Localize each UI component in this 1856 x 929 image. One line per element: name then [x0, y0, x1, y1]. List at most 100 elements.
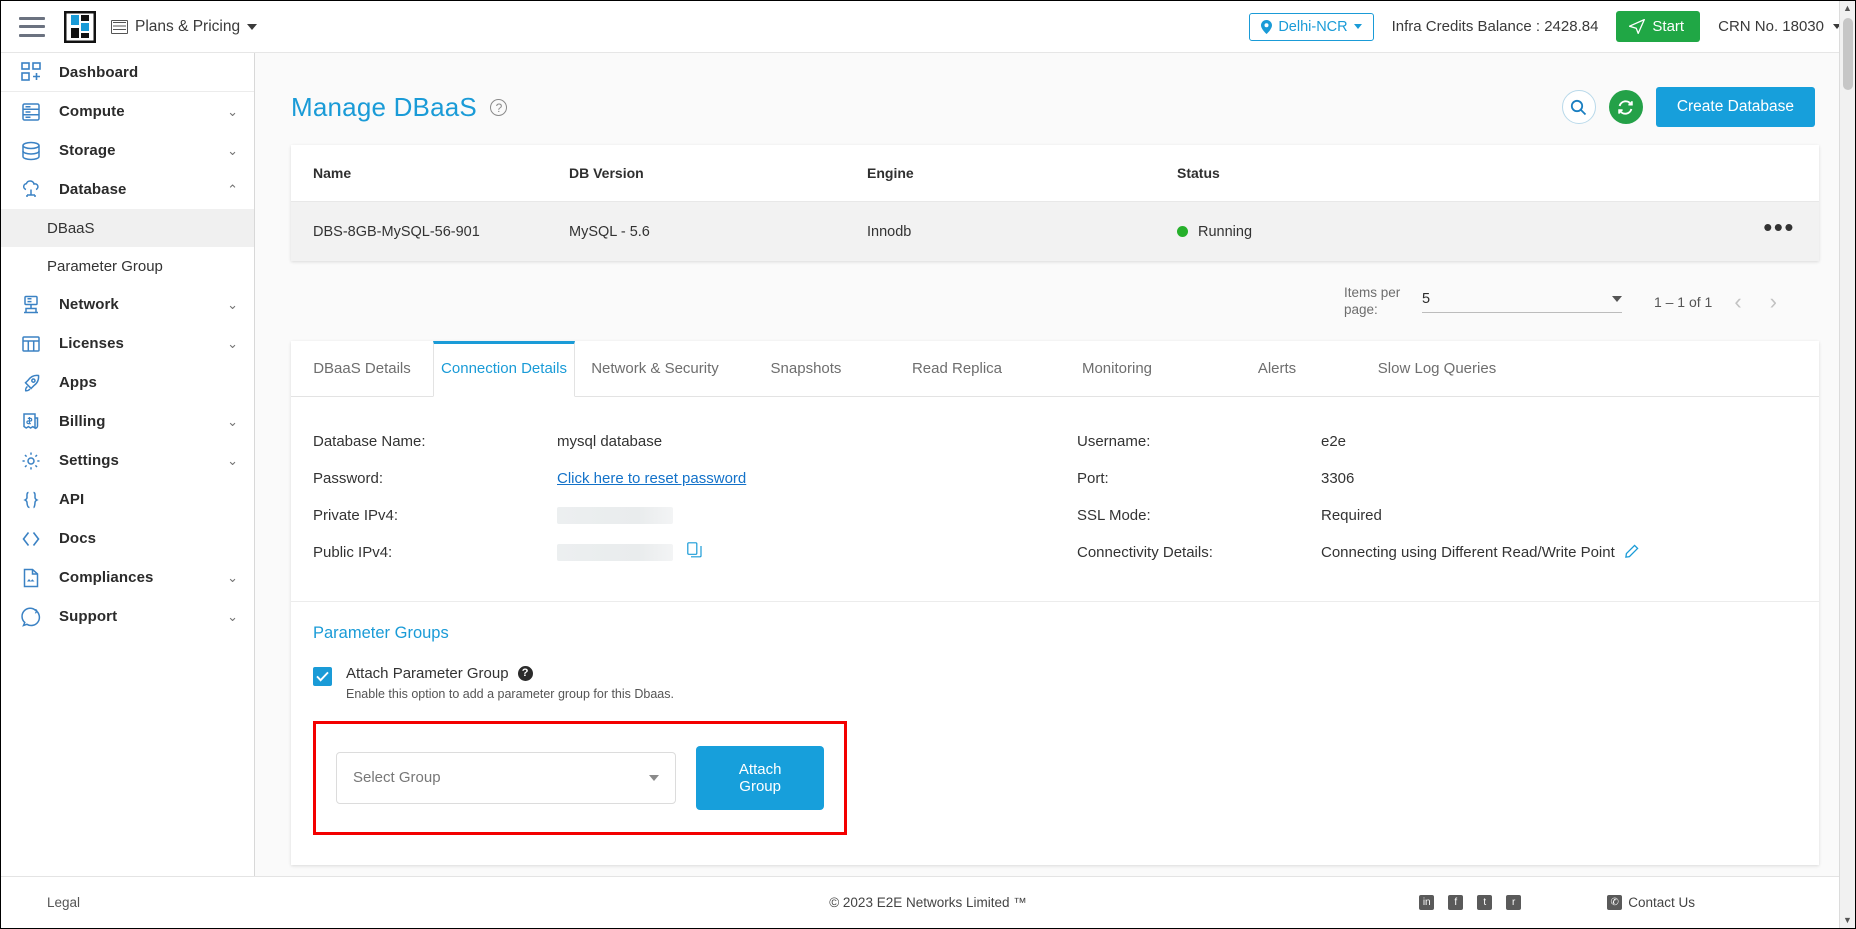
start-label: Start	[1652, 18, 1685, 35]
app-window: Plans & Pricing Delhi-NCR Infra Credits …	[0, 0, 1856, 929]
rocket-icon	[21, 372, 46, 393]
detail-row-ssl-mode: SSL Mode: Required	[1077, 497, 1819, 534]
sidebar-item-storage[interactable]: Storage ⌄	[1, 131, 254, 170]
footer-contact-us[interactable]: ✆ Contact Us	[1607, 895, 1695, 910]
phone-icon: ✆	[1607, 895, 1623, 910]
sidebar-item-parameter-group[interactable]: Parameter Group	[1, 247, 254, 285]
sidebar-item-label: Storage	[59, 142, 116, 159]
sidebar-item-network[interactable]: Network ⌄	[1, 285, 254, 324]
tab-dbaas-details[interactable]: DBaaS Details	[291, 340, 433, 396]
attach-parameter-group-row: Attach Parameter Group ? Enable this opt…	[313, 665, 1819, 701]
footer-social-links: in f t r	[1419, 895, 1522, 910]
crn-selector[interactable]: CRN No. 18030	[1718, 18, 1841, 35]
server-icon	[21, 101, 46, 122]
tab-alerts[interactable]: Alerts	[1197, 340, 1357, 396]
detail-label: Port:	[1077, 469, 1109, 487]
twitter-icon[interactable]: t	[1477, 895, 1493, 910]
network-icon	[21, 294, 46, 315]
column-header-db-version: DB Version	[569, 145, 867, 202]
table-row[interactable]: DBS-8GB-MySQL-56-901 MySQL - 5.6 Innodb …	[291, 201, 1819, 261]
cell-db-version: MySQL - 5.6	[569, 201, 867, 261]
attach-parameter-group-checkbox[interactable]	[313, 666, 332, 686]
sidebar-item-label: Database	[59, 181, 127, 198]
sidebar-item-compute[interactable]: Compute ⌄	[1, 92, 254, 131]
tab-snapshots[interactable]: Snapshots	[735, 340, 877, 396]
facebook-icon[interactable]: f	[1448, 895, 1464, 910]
footer-legal-link[interactable]: Legal	[47, 895, 80, 910]
detail-row-database-name: Database Name: mysql database	[313, 423, 1055, 460]
chevron-down-icon: ⌄	[227, 609, 238, 624]
infra-credits-balance: Infra Credits Balance : 2428.84	[1391, 18, 1599, 35]
tab-monitoring[interactable]: Monitoring	[1037, 340, 1197, 396]
start-button[interactable]: Start	[1616, 11, 1701, 42]
copy-icon[interactable]	[687, 542, 702, 562]
tab-connection-details[interactable]: Connection Details	[433, 340, 575, 397]
detail-row-private-ipv4: Private IPv4:	[313, 497, 1055, 534]
sidebar-item-database[interactable]: Database ⌃	[1, 170, 254, 209]
code-icon	[21, 528, 46, 549]
region-label: Delhi-NCR	[1278, 18, 1348, 35]
detail-label: SSL Mode:	[1077, 506, 1151, 524]
scrollbar-thumb[interactable]	[1842, 18, 1853, 90]
sidebar-item-api[interactable]: API	[1, 480, 254, 519]
cell-engine: Innodb	[867, 201, 1177, 261]
refresh-icon[interactable]	[1608, 90, 1643, 124]
parameter-groups-title: Parameter Groups	[313, 623, 449, 642]
sidebar-item-label: Network	[59, 296, 119, 313]
detail-label: Username:	[1077, 432, 1151, 450]
row-actions-menu-icon[interactable]: •••	[1763, 212, 1795, 242]
region-selector[interactable]: Delhi-NCR	[1249, 12, 1374, 41]
e2e-networks-logo[interactable]	[63, 10, 97, 44]
question-circle-icon[interactable]: ?	[490, 99, 508, 116]
detail-value: Required	[1321, 506, 1382, 524]
detail-row-username: Username: e2e	[1077, 423, 1819, 460]
create-database-button[interactable]: Create Database	[1655, 87, 1815, 127]
sidebar-item-billing[interactable]: Billing ⌄	[1, 402, 254, 441]
footer-copyright: © 2023 E2E Networks Limited ™	[1, 895, 1855, 910]
chevron-down-icon	[649, 774, 660, 781]
column-header-engine: Engine	[867, 145, 1177, 202]
tab-read-replica[interactable]: Read Replica	[877, 340, 1037, 396]
reset-password-link[interactable]: Click here to reset password	[557, 470, 746, 487]
sidebar-subitem-label: Parameter Group	[47, 257, 163, 275]
sidebar-item-compliances[interactable]: Compliances ⌄	[1, 558, 254, 597]
sidebar-item-support[interactable]: Support ⌄	[1, 597, 254, 636]
dashboard-icon	[21, 62, 46, 83]
tab-network-security[interactable]: Network & Security	[575, 340, 735, 396]
detail-label: Private IPv4:	[313, 506, 399, 524]
sidebar-item-dbaas[interactable]: DBaaS	[1, 209, 254, 247]
next-page-button[interactable]: ›	[1764, 290, 1783, 313]
items-per-page-label: Items per page:	[1343, 285, 1401, 317]
sidebar-item-apps[interactable]: Apps	[1, 363, 254, 402]
sidebar-item-settings[interactable]: Settings ⌄	[1, 441, 254, 480]
dbaas-table-card: Name DB Version Engine Status DBS-8GB-My…	[291, 145, 1819, 261]
select-group-dropdown[interactable]: Select Group	[336, 751, 677, 804]
sidebar-item-docs[interactable]: Docs	[1, 519, 254, 558]
cloud-db-icon	[21, 179, 46, 200]
detail-value: e2e	[1321, 432, 1347, 450]
page-header: Manage DBaaS ? Create Database	[273, 87, 1819, 127]
top-header: Plans & Pricing Delhi-NCR Infra Credits …	[1, 1, 1855, 53]
items-per-page-select[interactable]: 5	[1421, 291, 1622, 313]
document-icon	[21, 567, 46, 588]
question-filled-icon[interactable]: ?	[517, 665, 533, 681]
sidebar-item-licenses[interactable]: Licenses ⌄	[1, 324, 254, 363]
scroll-down-icon[interactable]: ▼	[1843, 915, 1852, 928]
scroll-up-icon[interactable]: ▲	[1843, 1, 1852, 16]
sidebar-item-label: Apps	[59, 374, 97, 391]
linkedin-icon[interactable]: in	[1419, 895, 1435, 910]
tab-slow-log-queries[interactable]: Slow Log Queries	[1357, 340, 1517, 396]
previous-page-button[interactable]: ‹	[1728, 290, 1747, 313]
private-ipv4-redacted-value	[557, 506, 673, 524]
chevron-down-icon: ⌄	[227, 414, 238, 429]
rss-icon[interactable]: r	[1506, 895, 1522, 910]
search-icon[interactable]	[1561, 90, 1596, 124]
edit-pencil-icon[interactable]	[1624, 544, 1639, 561]
connection-details-right: Username: e2e Port: 3306 SSL Mode: Requi…	[1055, 423, 1819, 571]
sidebar-item-dashboard[interactable]: Dashboard	[1, 53, 254, 92]
hamburger-icon[interactable]	[19, 16, 45, 37]
sidebar-item-label: Settings	[59, 452, 119, 469]
vertical-scrollbar[interactable]: ▲ ▼	[1839, 1, 1855, 928]
attach-group-button[interactable]: Attach Group	[696, 745, 824, 810]
plans-and-pricing-button[interactable]: Plans & Pricing	[111, 18, 258, 36]
